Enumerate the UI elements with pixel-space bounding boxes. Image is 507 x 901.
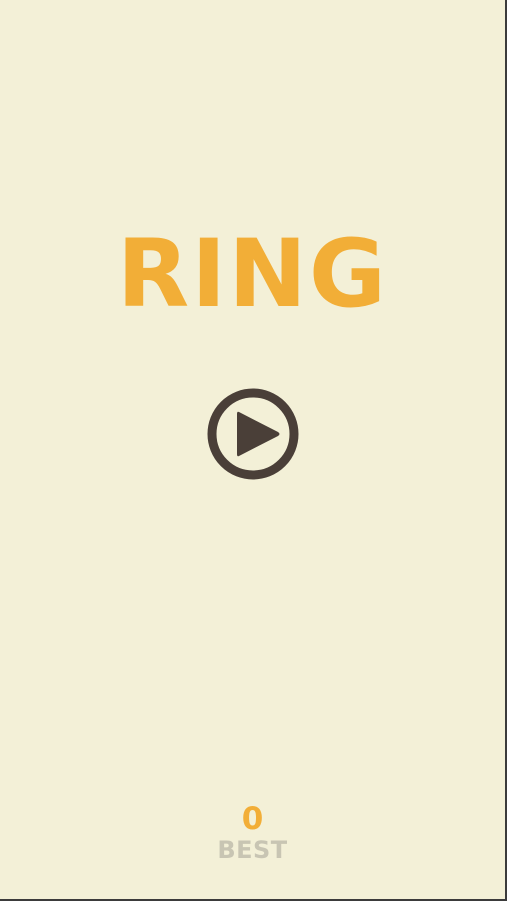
best-score-value: 0	[241, 801, 264, 837]
best-score-panel: 0 BEST	[0, 802, 505, 864]
game-title: RING	[116, 220, 389, 329]
play-circle-icon	[207, 388, 299, 480]
game-screen: RING 0 BEST	[0, 0, 507, 901]
play-button[interactable]	[206, 387, 300, 481]
best-score-label: BEST	[217, 836, 288, 864]
